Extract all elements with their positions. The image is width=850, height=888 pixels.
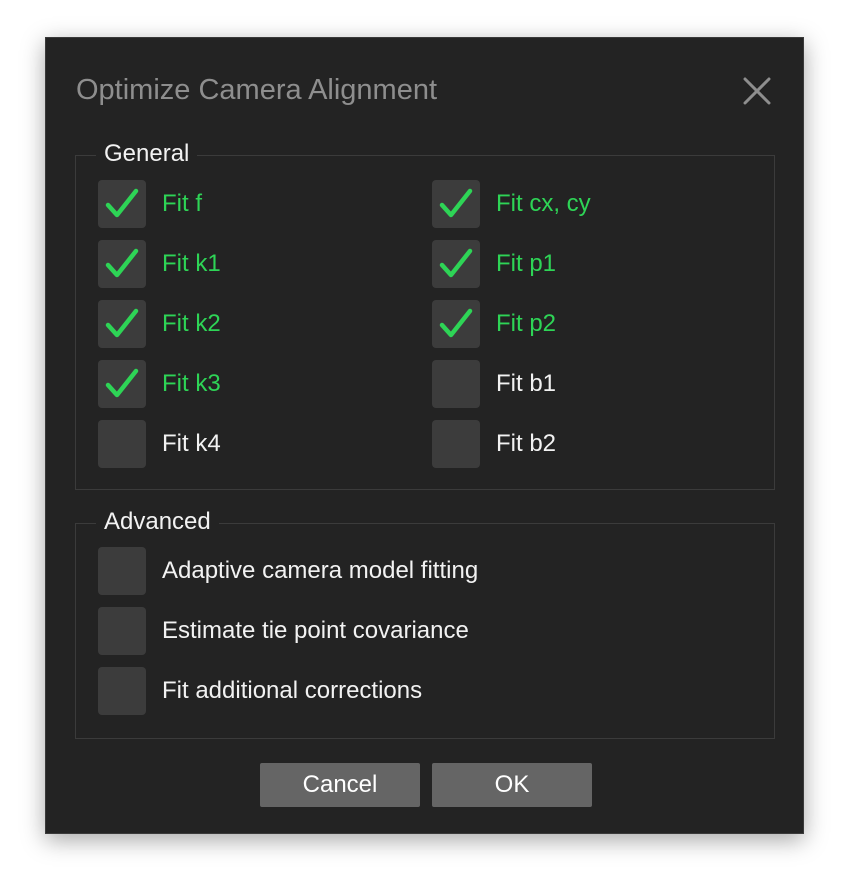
close-button[interactable]	[742, 76, 772, 106]
check-icon	[439, 248, 473, 278]
fit-b2-checkbox[interactable]: Fit b2	[432, 420, 556, 468]
check-icon	[105, 308, 139, 338]
fit-additional-corrections-checkbox[interactable]: Fit additional corrections	[98, 667, 422, 715]
advanced-group: Advanced Adaptive camera model fitting E…	[75, 506, 775, 739]
estimate-tie-point-covariance-checkbox[interactable]: Estimate tie point covariance	[98, 607, 469, 655]
checkbox-box[interactable]	[98, 667, 146, 715]
checkbox-box[interactable]	[98, 360, 146, 408]
option-label: Estimate tie point covariance	[162, 617, 469, 644]
option-label: Fit k1	[162, 250, 221, 277]
option-label: Fit b1	[496, 370, 557, 397]
ok-button[interactable]: OK	[432, 763, 592, 807]
fit-k4-checkbox[interactable]: Fit k4	[98, 420, 221, 468]
checkbox-box[interactable]	[98, 607, 146, 655]
close-icon	[743, 77, 771, 105]
option-label: Fit k3	[162, 370, 221, 397]
fit-p1-checkbox[interactable]: Fit p1	[432, 240, 556, 288]
checkbox-box[interactable]	[432, 420, 480, 468]
check-icon	[105, 188, 139, 218]
option-label: Fit b2	[496, 430, 557, 457]
check-icon	[105, 248, 139, 278]
dialog-title: Optimize Camera Alignment	[76, 74, 438, 106]
checkbox-box[interactable]	[98, 300, 146, 348]
checkbox-box[interactable]	[98, 420, 146, 468]
option-label: Fit cx, cy	[496, 190, 591, 217]
checkbox-box[interactable]	[98, 180, 146, 228]
check-icon	[105, 368, 139, 398]
checkbox-box[interactable]	[98, 240, 146, 288]
checkbox-box[interactable]	[432, 300, 480, 348]
option-label: Adaptive camera model fitting	[162, 557, 479, 584]
option-label: Fit f	[162, 190, 202, 217]
fit-f-checkbox[interactable]: Fit f	[98, 180, 202, 228]
general-legend: General	[96, 138, 198, 170]
option-label: Fit k2	[162, 310, 221, 337]
checkbox-box[interactable]	[432, 180, 480, 228]
cancel-button[interactable]: Cancel	[260, 763, 420, 807]
fit-k3-checkbox[interactable]: Fit k3	[98, 360, 221, 408]
fit-b1-checkbox[interactable]: Fit b1	[432, 360, 556, 408]
option-label: Fit k4	[162, 430, 221, 457]
option-label: Fit additional corrections	[162, 677, 423, 704]
checkbox-box[interactable]	[432, 360, 480, 408]
fit-k2-checkbox[interactable]: Fit k2	[98, 300, 221, 348]
advanced-legend: Advanced	[96, 506, 219, 538]
fit-cx-cy-checkbox[interactable]: Fit cx, cy	[432, 180, 591, 228]
checkbox-box[interactable]	[98, 547, 146, 595]
general-group: General Fit f Fit cx, cy Fit k1 Fit p1 F…	[75, 138, 775, 490]
fit-k1-checkbox[interactable]: Fit k1	[98, 240, 221, 288]
option-label: Fit p1	[496, 250, 557, 277]
adaptive-camera-model-fitting-checkbox[interactable]: Adaptive camera model fitting	[98, 547, 478, 595]
option-label: Fit p2	[496, 310, 557, 337]
check-icon	[439, 188, 473, 218]
check-icon	[439, 308, 473, 338]
fit-p2-checkbox[interactable]: Fit p2	[432, 300, 556, 348]
optimize-camera-alignment-dialog: Optimize Camera Alignment General Fit f …	[45, 37, 804, 834]
checkbox-box[interactable]	[432, 240, 480, 288]
